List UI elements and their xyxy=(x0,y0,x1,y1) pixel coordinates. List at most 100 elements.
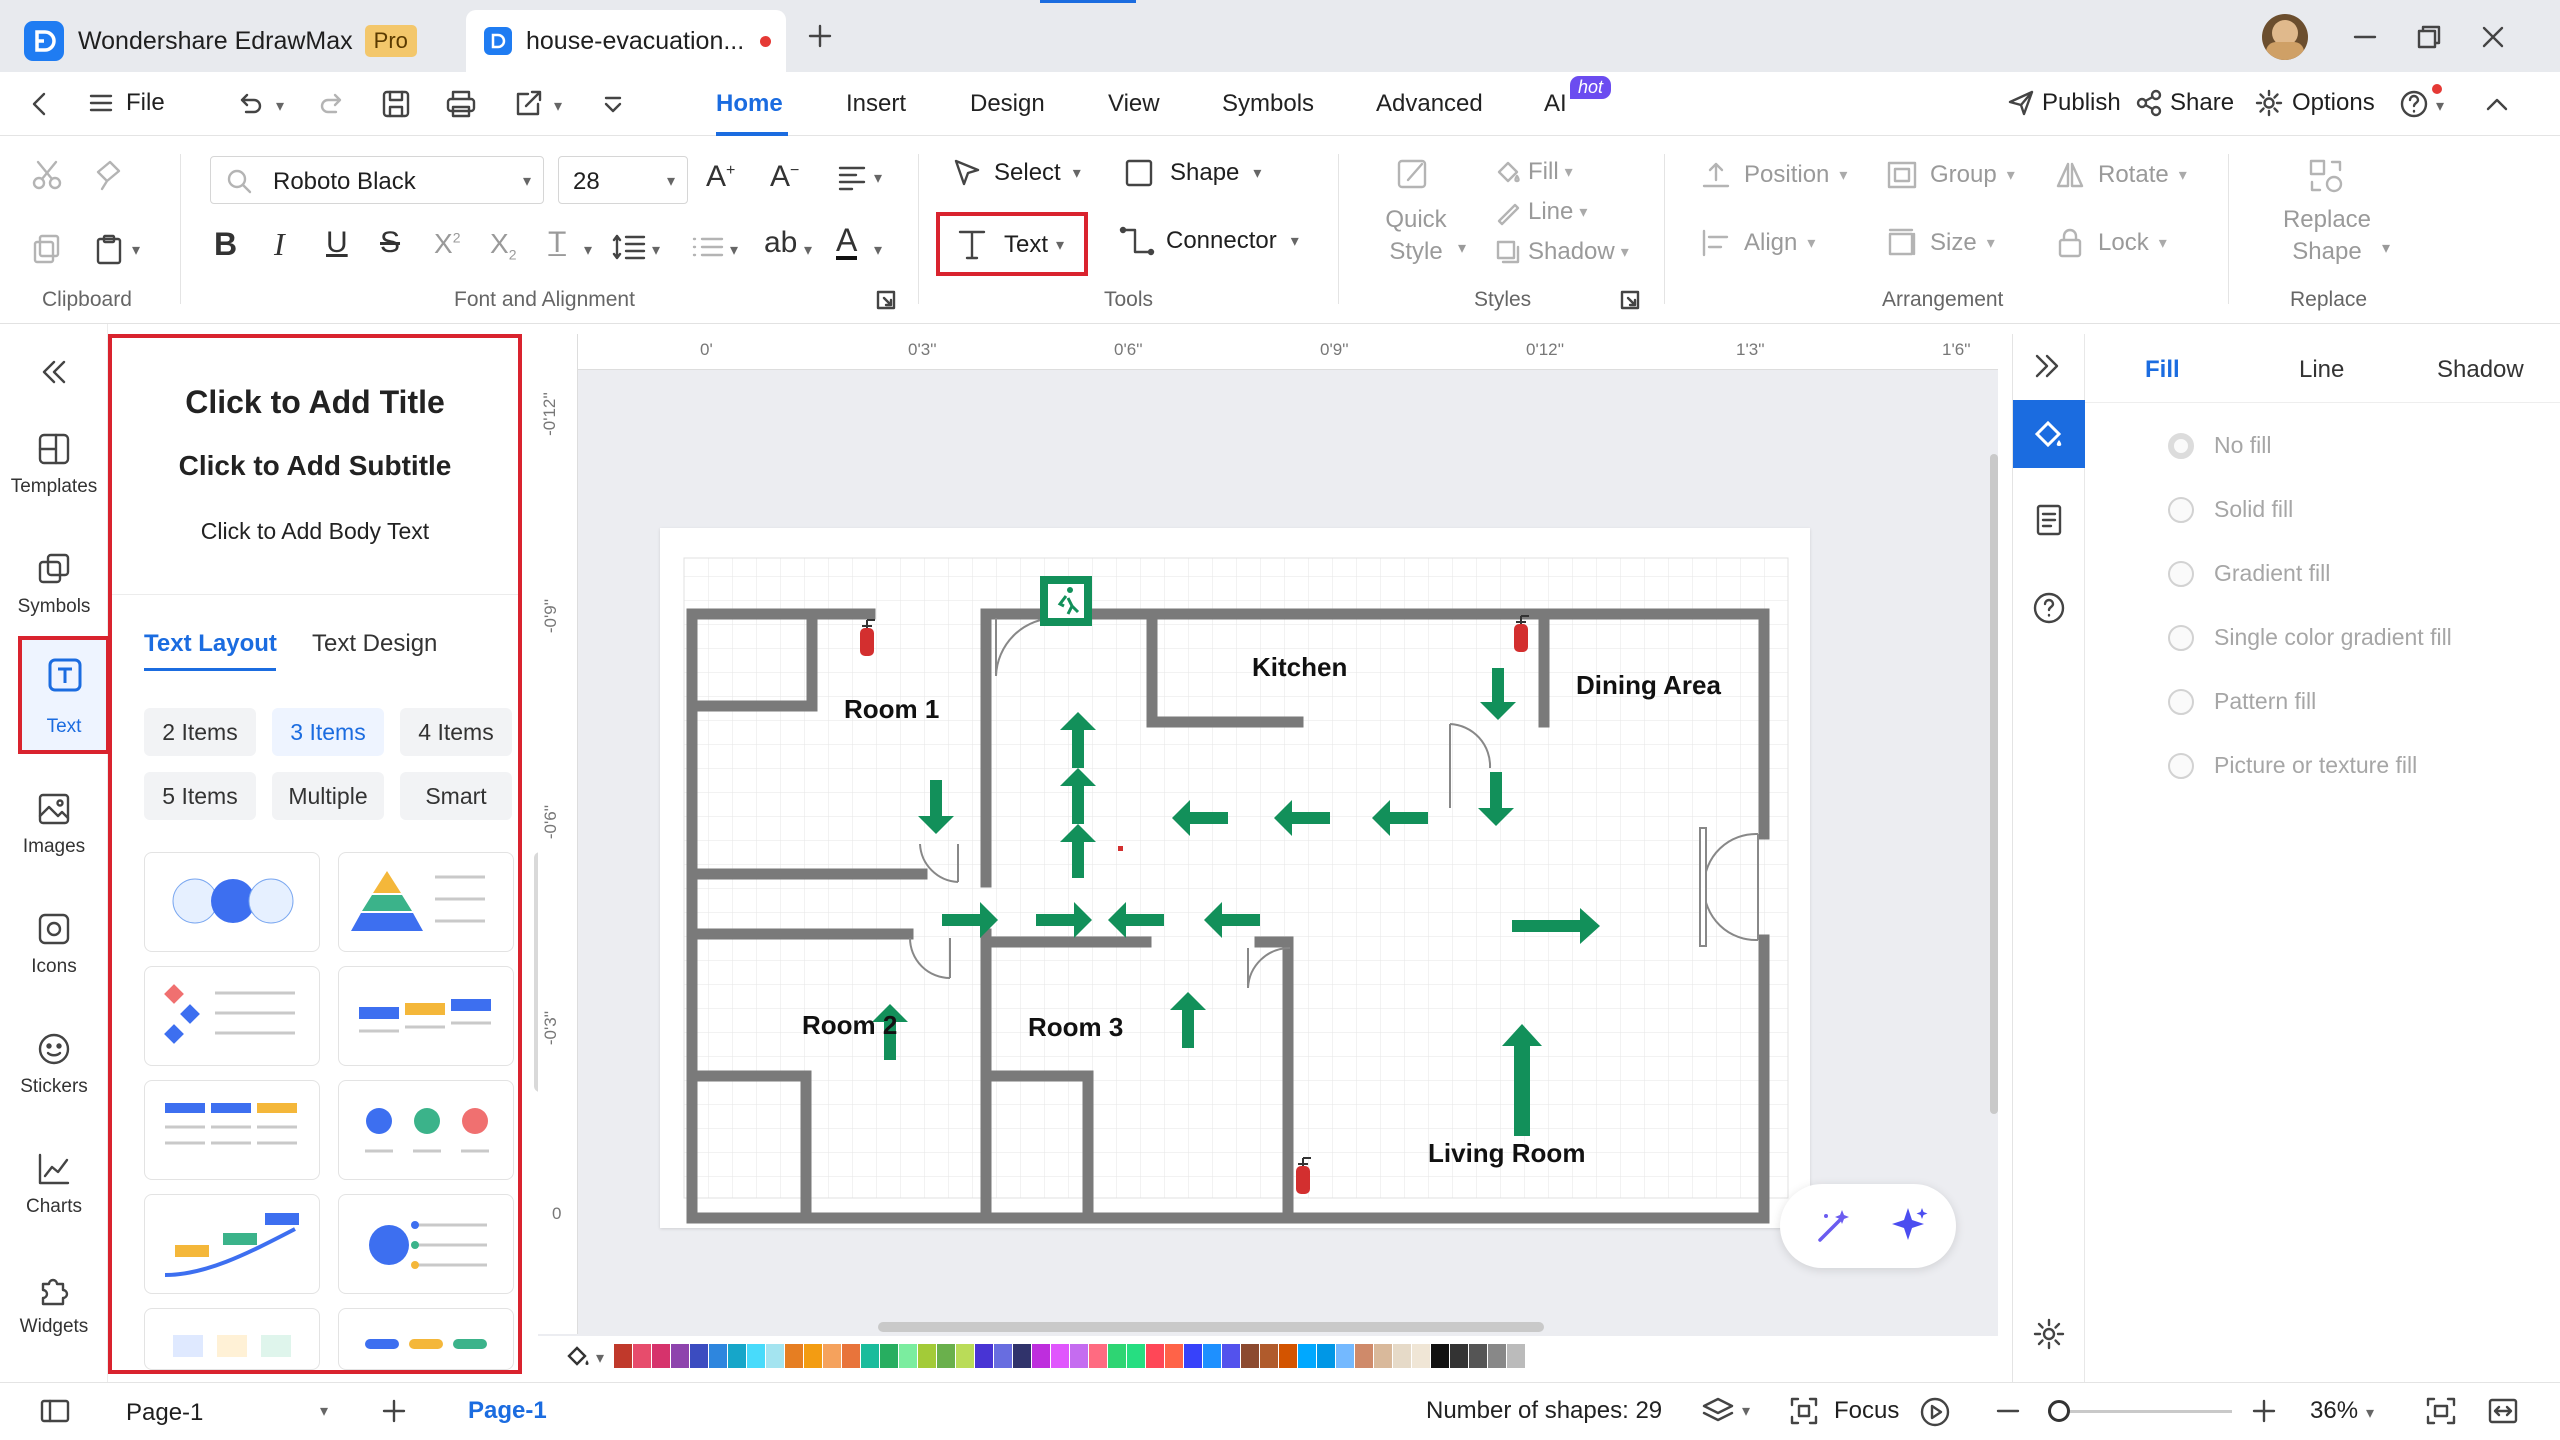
italic-icon[interactable]: I xyxy=(274,226,285,263)
align-dropdown-icon[interactable]: ▾ xyxy=(874,168,882,188)
fill-bucket-icon[interactable] xyxy=(564,1342,594,1370)
position-button[interactable]: Position ▾ xyxy=(1700,160,1847,190)
sidebar-item-images[interactable]: Images xyxy=(0,790,108,858)
redo-icon[interactable] xyxy=(318,90,348,118)
zoom-dropdown-icon[interactable]: ▾ xyxy=(2366,1403,2374,1423)
quick-style-icon[interactable] xyxy=(1394,156,1434,196)
new-tab-plus-icon[interactable] xyxy=(806,22,834,50)
diagram-page[interactable]: Room 1 Kitchen Dining Area Room 2 Room 3… xyxy=(660,528,1810,1228)
picture-texture-fill-option[interactable]: Picture or texture fill xyxy=(2168,752,2417,779)
focus-mode-button[interactable]: Focus xyxy=(1788,1395,1899,1427)
text-align-icon[interactable] xyxy=(836,162,868,192)
publish-button[interactable]: Publish xyxy=(2006,88,2121,118)
room-label[interactable]: Room 1 xyxy=(844,694,939,724)
page-properties-icon[interactable] xyxy=(2031,502,2067,538)
solid-fill-option[interactable]: Solid fill xyxy=(2168,496,2293,523)
export-dropdown-icon[interactable]: ▾ xyxy=(554,96,562,116)
tab-text-design[interactable]: Text Design xyxy=(312,630,437,658)
sidebar-item-charts[interactable]: Charts xyxy=(0,1150,108,1218)
zoom-slider-thumb[interactable] xyxy=(2048,1400,2070,1422)
menu-insert[interactable]: Insert xyxy=(846,90,906,118)
highlight-dropdown-icon[interactable]: ▾ xyxy=(804,240,812,260)
text-highlight-icon[interactable]: ab xyxy=(764,226,797,260)
superscript-icon[interactable]: X2 xyxy=(434,228,460,260)
pattern-fill-option[interactable]: Pattern fill xyxy=(2168,688,2316,715)
rotate-button[interactable]: Rotate ▾ xyxy=(2054,160,2187,190)
paste-dropdown-icon[interactable]: ▾ xyxy=(132,240,140,260)
no-fill-option[interactable]: No fill xyxy=(2168,432,2272,459)
close-window-icon[interactable] xyxy=(2478,22,2508,52)
layers-icon[interactable] xyxy=(1700,1395,1736,1427)
layout-template-thumbnail[interactable] xyxy=(338,1080,514,1180)
fill-button[interactable]: Fill ▾ xyxy=(1494,158,1573,186)
collapse-ribbon-icon[interactable] xyxy=(2484,92,2510,116)
layout-template-thumbnail[interactable] xyxy=(338,1194,514,1294)
replace-shape-button[interactable]: Replace Shape xyxy=(2282,204,2372,268)
text-case-dropdown-icon[interactable]: ▾ xyxy=(584,240,592,260)
sidebar-item-stickers[interactable]: Stickers xyxy=(0,1030,108,1098)
text-tool[interactable]: Text ▾ xyxy=(936,212,1088,276)
zoom-level[interactable]: 36% xyxy=(2310,1397,2358,1425)
page-select[interactable]: Page-1 ▾ xyxy=(112,1391,344,1433)
menu-advanced[interactable]: Advanced xyxy=(1376,90,1483,118)
text-case-icon[interactable]: T̲ xyxy=(548,226,566,260)
sidebar-item-symbols[interactable]: Symbols xyxy=(0,550,108,618)
restore-icon[interactable] xyxy=(2414,22,2444,52)
menu-symbols[interactable]: Symbols xyxy=(1222,90,1314,118)
increase-font-icon[interactable]: A+ xyxy=(706,160,735,194)
chip-5-items[interactable]: 5 Items xyxy=(144,772,256,820)
options-button[interactable]: Options xyxy=(2254,88,2375,118)
add-title-preset[interactable]: Click to Add Title xyxy=(112,384,518,421)
cut-icon[interactable] xyxy=(30,158,64,192)
gradient-fill-option[interactable]: Gradient fill xyxy=(2168,560,2330,587)
app-tab[interactable]: Wondershare EdrawMax Pro xyxy=(24,10,464,72)
select-tool[interactable]: Select ▾ xyxy=(950,156,1081,190)
print-icon[interactable] xyxy=(444,88,478,120)
save-icon[interactable] xyxy=(380,88,412,120)
chip-4-items[interactable]: 4 Items xyxy=(400,708,512,756)
room-label[interactable]: Room 3 xyxy=(1028,1012,1123,1042)
replace-shape-icon[interactable] xyxy=(2306,156,2346,196)
tab-text-layout[interactable]: Text Layout xyxy=(144,630,277,658)
file-menu[interactable]: File xyxy=(86,88,165,118)
room-label[interactable]: Kitchen xyxy=(1252,652,1347,682)
chip-multiple[interactable]: Multiple xyxy=(272,772,384,820)
font-family-select[interactable]: Roboto Black ▾ xyxy=(210,156,544,204)
font-color-icon[interactable]: A xyxy=(836,224,858,260)
decrease-font-icon[interactable]: A− xyxy=(770,160,799,194)
add-subtitle-preset[interactable]: Click to Add Subtitle xyxy=(112,450,518,482)
expand-panel-icon[interactable] xyxy=(2031,350,2063,382)
room-label[interactable]: Dining Area xyxy=(1576,670,1721,700)
paste-icon[interactable] xyxy=(92,232,126,266)
line-spacing-dropdown-icon[interactable]: ▾ xyxy=(652,240,660,260)
floor-plan-diagram[interactable]: Room 1 Kitchen Dining Area Room 2 Room 3… xyxy=(660,528,1810,1228)
format-painter-icon[interactable] xyxy=(92,158,126,192)
size-button[interactable]: Size ▾ xyxy=(1886,228,1995,258)
emergency-exit-sign-icon[interactable] xyxy=(1040,576,1092,626)
layout-template-thumbnail[interactable] xyxy=(144,1194,320,1294)
menu-home[interactable]: Home xyxy=(716,90,783,118)
fill-dropdown-icon[interactable]: ▾ xyxy=(596,1348,604,1368)
zoom-slider[interactable] xyxy=(2048,1410,2232,1413)
help-dropdown-icon[interactable]: ▾ xyxy=(2436,96,2444,116)
font-size-select[interactable]: 28 ▾ xyxy=(558,156,688,204)
layout-template-thumbnail[interactable] xyxy=(338,966,514,1066)
subscript-icon[interactable]: X2 xyxy=(490,228,516,263)
room-label[interactable]: Room 2 xyxy=(802,1010,897,1040)
tab-line[interactable]: Line xyxy=(2299,356,2344,384)
fit-width-icon[interactable] xyxy=(2486,1395,2520,1427)
lock-button[interactable]: Lock ▾ xyxy=(2054,228,2167,258)
share-button[interactable]: Share xyxy=(2134,88,2234,118)
single-color-gradient-fill-option[interactable]: Single color gradient fill xyxy=(2168,624,2452,651)
page-panel-toggle-icon[interactable] xyxy=(38,1397,72,1425)
sidebar-item-icons[interactable]: Icons xyxy=(0,910,108,978)
magic-wand-icon[interactable] xyxy=(1812,1204,1856,1248)
page-tab[interactable]: Page-1 xyxy=(468,1397,547,1425)
fill-style-tab[interactable] xyxy=(2013,400,2085,468)
quick-style-dropdown-icon[interactable]: ▾ xyxy=(1458,238,1466,258)
help-circle-icon[interactable] xyxy=(2031,590,2067,626)
layout-template-thumbnail[interactable] xyxy=(144,1308,320,1370)
shadow-button[interactable]: Shadow ▾ xyxy=(1494,238,1629,266)
add-body-text-preset[interactable]: Click to Add Body Text xyxy=(112,518,518,545)
shape-tool[interactable]: Shape ▾ xyxy=(1122,156,1261,190)
